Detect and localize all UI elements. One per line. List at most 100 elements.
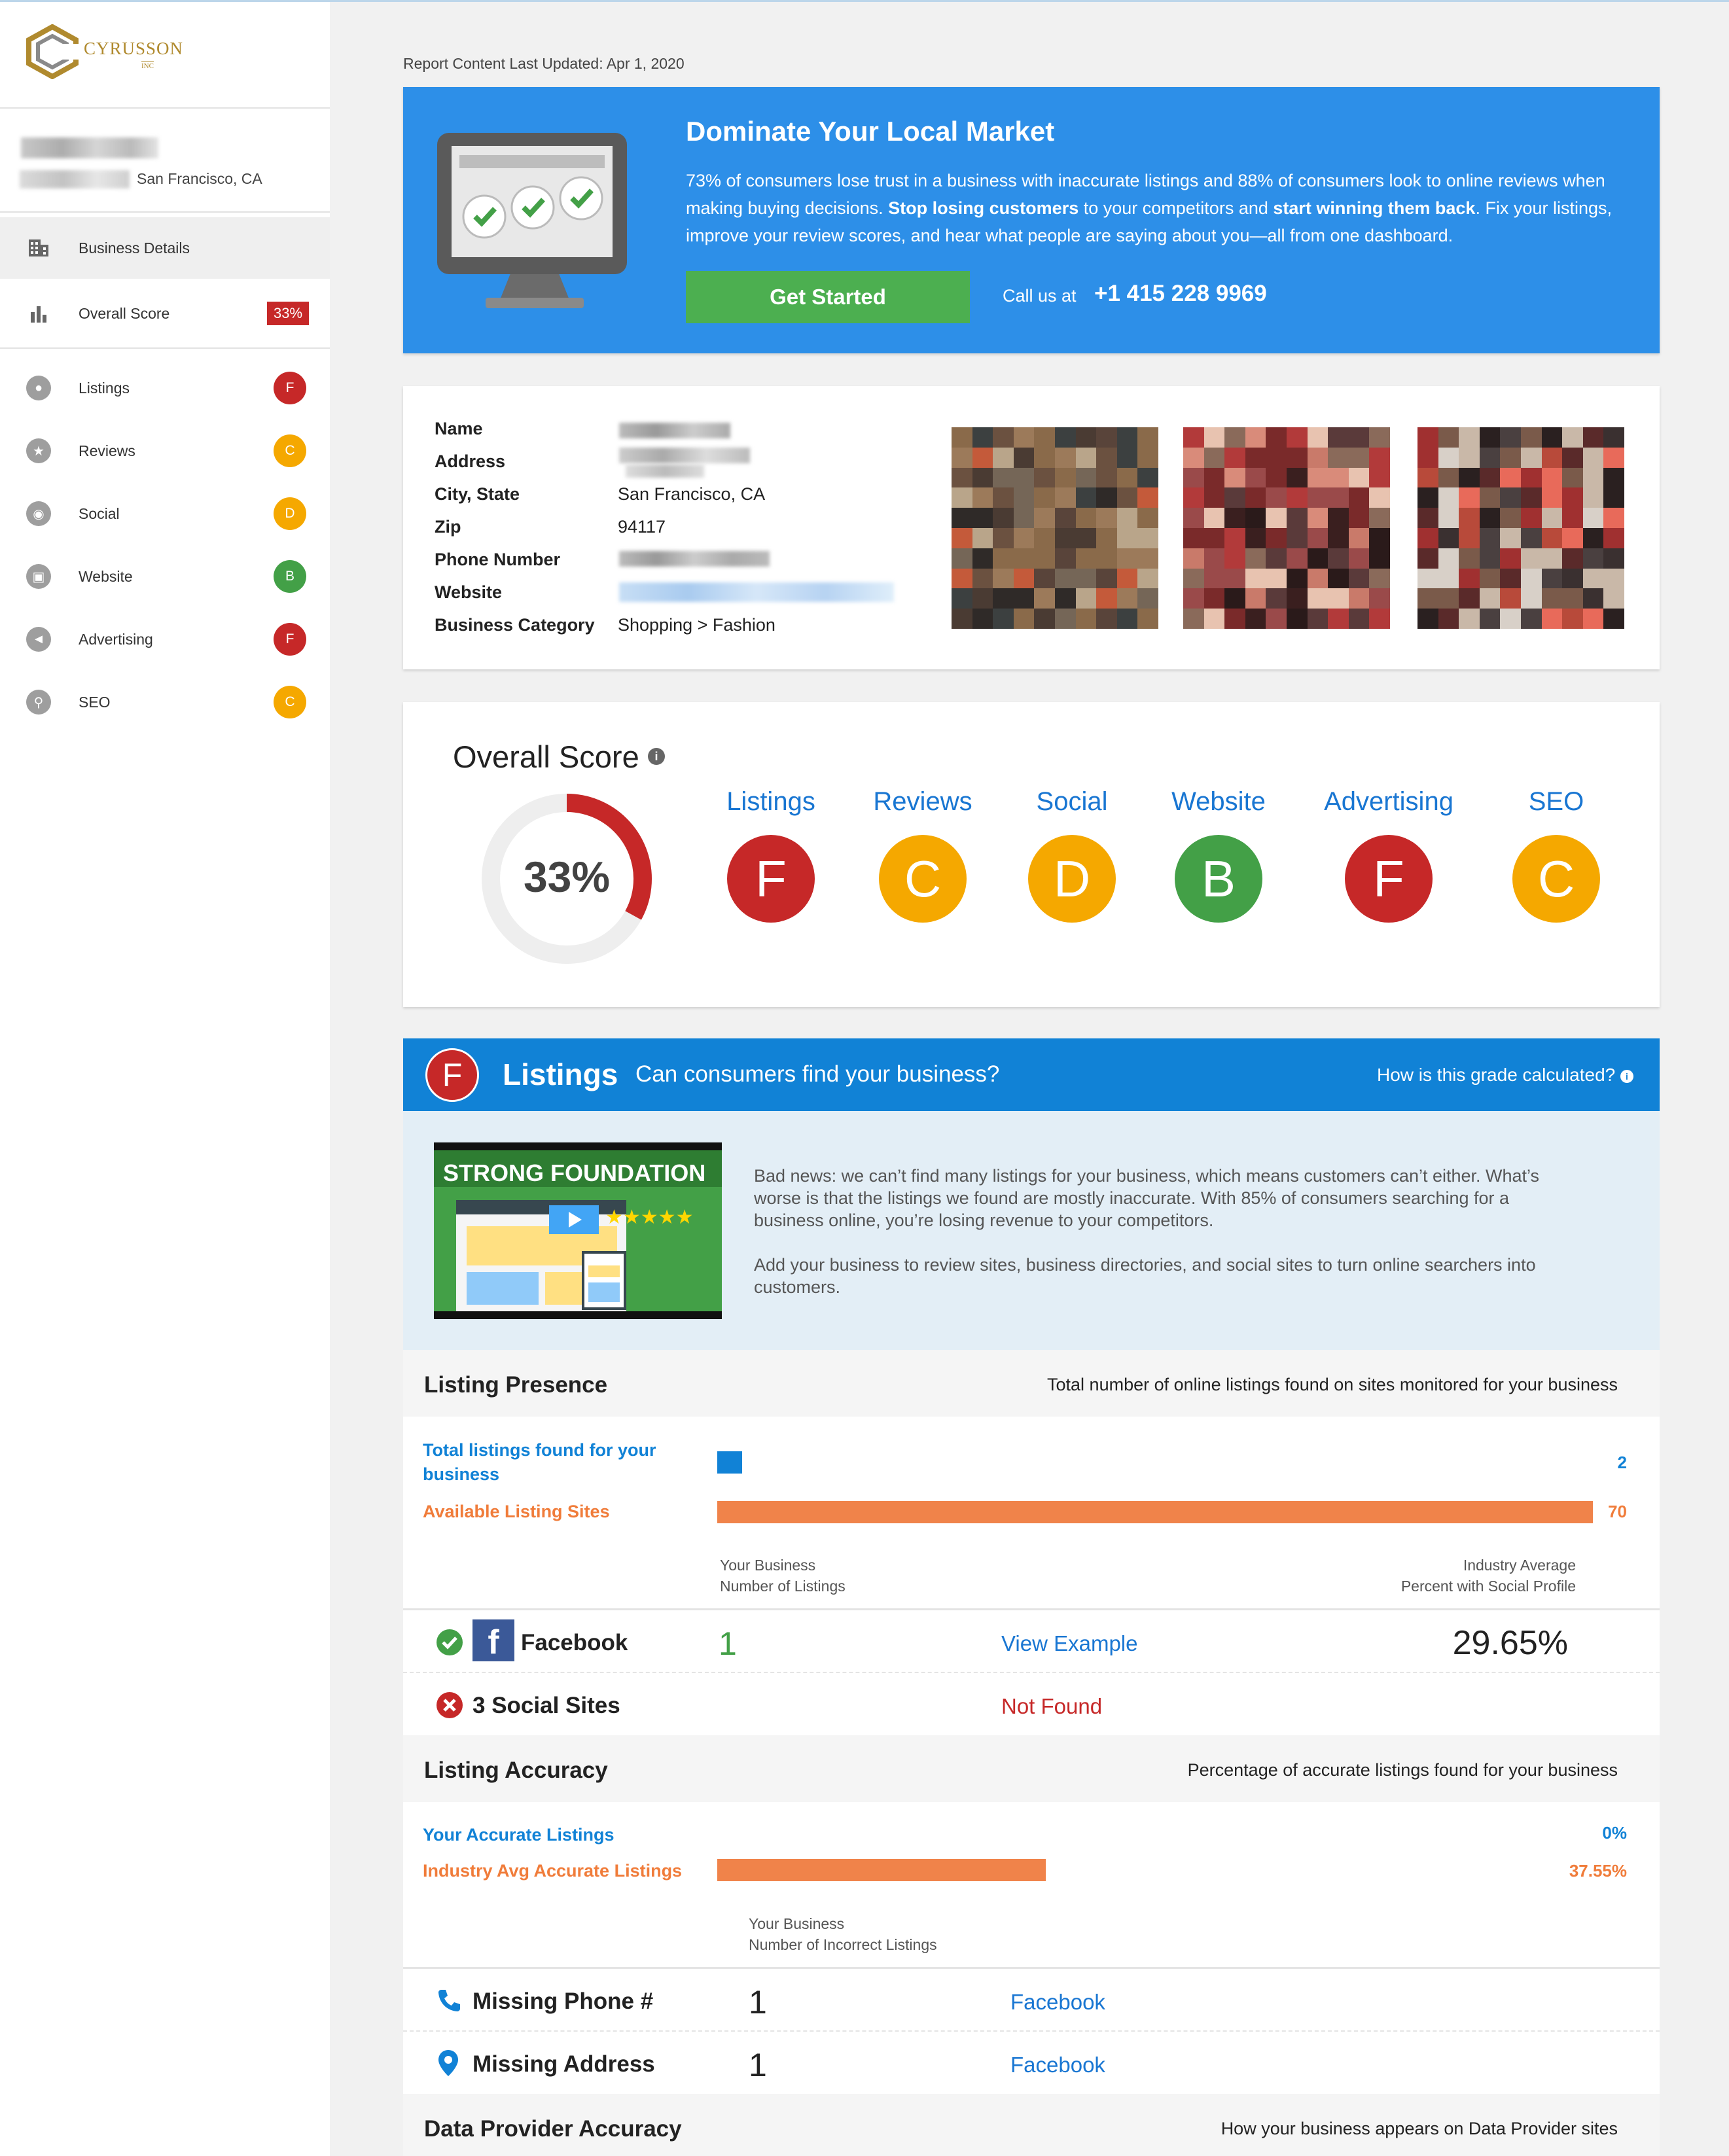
grade-circle: C <box>879 835 967 923</box>
info-icon: i <box>1620 1070 1633 1083</box>
caption-industry-average: Industry Average Percent with Social Prof… <box>1400 1557 1576 1595</box>
listing-accuracy-title: Listing Accuracy <box>424 1758 608 1783</box>
promo-banner: Dominate Your Local Market 73% of consum… <box>403 87 1660 353</box>
category-reviews[interactable]: Reviews C <box>857 787 988 923</box>
grade-circle: B <box>1175 835 1262 923</box>
sidebar-item-label: Social <box>79 504 120 522</box>
sidebar-item-label: Listings <box>79 379 130 397</box>
overall-score-card: Overall Score i 33% Listings F Reviews C… <box>403 702 1660 1007</box>
category-listings[interactable]: Listings F <box>705 787 836 923</box>
sidebar-item-advertising[interactable]: ◄ Advertising F <box>0 609 330 670</box>
logo-mark-icon <box>26 24 80 80</box>
facebook-industry-pct: 29.65% <box>1452 1624 1568 1662</box>
sidebar-item-label: Advertising <box>79 630 153 648</box>
video-thumbnail-illustration: ★★★★★ <box>434 1187 722 1311</box>
strong-foundation-video[interactable]: STRONG FOUNDATION ★★★★★ <box>434 1142 722 1319</box>
sidebar-item-listings[interactable]: ● Listings F <box>0 357 330 419</box>
data-provider-header: Data Provider Accuracy How your business… <box>403 2094 1660 2156</box>
business-address-redacted <box>20 170 130 188</box>
social-sites-name: 3 Social Sites <box>472 1693 620 1718</box>
missing-address-row: Missing Address 1 Facebook <box>403 2030 1660 2094</box>
name-redacted <box>619 423 730 438</box>
megaphone-icon: ◄ <box>26 627 51 652</box>
listings-intro-text: Bad news: we can’t find many listings fo… <box>754 1166 1540 1297</box>
phone-icon <box>438 1990 460 2011</box>
data-provider-title: Data Provider Accuracy <box>424 2116 682 2142</box>
grade-circle: C <box>1512 835 1600 923</box>
listings-section-body: STRONG FOUNDATION ★★★★★ Bad news: we can… <box>403 1111 1660 2156</box>
grade-badge: D <box>274 497 306 530</box>
sidebar: CYRUSSON INC San Francisco, CA Business … <box>0 2 330 2156</box>
video-title: STRONG FOUNDATION <box>443 1159 706 1186</box>
listing-presence-desc: Total number of online listings found on… <box>1047 1375 1618 1394</box>
category-value: Shopping > Fashion <box>618 615 775 635</box>
available-sites-value: 70 <box>1608 1502 1627 1521</box>
check-circle-icon <box>437 1629 463 1655</box>
city-state-value: San Francisco, CA <box>618 484 766 504</box>
browser-window-icon: ▣ <box>26 564 51 589</box>
sidebar-item-label: Business Details <box>79 239 190 256</box>
grade-badge: F <box>274 372 306 404</box>
address-redacted <box>619 448 750 463</box>
total-listings-label: Total listings found for your business <box>423 1440 656 1484</box>
sidebar-item-social[interactable]: ◉ Social D <box>0 483 330 544</box>
business-photo[interactable] <box>952 427 1158 629</box>
listings-grade-badge: F <box>425 1048 479 1102</box>
banner-text: 73% of consumers lose trust in a busines… <box>686 171 1612 245</box>
missing-address-count: 1 <box>749 2047 767 2083</box>
available-sites-label: Available Listing Sites <box>423 1502 610 1521</box>
sidebar-item-label: Website <box>79 567 133 585</box>
missing-phone-row: Missing Phone # 1 Facebook <box>403 1967 1660 2030</box>
sidebar-divider <box>0 107 330 109</box>
grade-calculation-link[interactable]: How is this grade calculated? i <box>1377 1065 1633 1086</box>
sidebar-item-website[interactable]: ▣ Website B <box>0 546 330 607</box>
label-zip: Zip <box>435 517 461 537</box>
missing-phone-name: Missing Phone # <box>472 1988 654 2014</box>
facebook-logo-icon: f <box>472 1619 514 1661</box>
accurate-listings-value: 0% <box>1602 1823 1627 1843</box>
score-donut: 33% <box>482 794 652 964</box>
listing-presence-header: Listing Presence Total number of online … <box>403 1350 1660 1417</box>
label-phone: Phone Number <box>435 550 561 569</box>
sidebar-item-label: SEO <box>79 693 111 711</box>
info-icon[interactable]: i <box>648 748 665 765</box>
total-listings-value: 2 <box>1617 1453 1627 1472</box>
phone-number-link[interactable]: +1 415 228 9969 <box>1094 281 1267 307</box>
get-started-button[interactable]: Get Started <box>686 271 970 323</box>
category-website[interactable]: Website B <box>1153 787 1284 923</box>
data-provider-desc: How your business appears on Data Provid… <box>1221 2119 1618 2138</box>
map-pin-icon <box>438 2050 458 2076</box>
business-name-redacted <box>21 137 158 158</box>
sidebar-divider <box>0 347 330 349</box>
view-example-link[interactable]: View Example <box>1001 1631 1138 1656</box>
score-donut-label: 33% <box>524 853 610 901</box>
business-photo[interactable] <box>1183 427 1390 629</box>
sidebar-item-overall-score[interactable]: Overall Score 33% <box>0 283 330 344</box>
overall-score-badge: 33% <box>267 302 309 325</box>
website-link-redacted[interactable] <box>619 582 894 602</box>
business-photo[interactable] <box>1417 427 1624 629</box>
grade-badge: B <box>274 560 306 593</box>
sidebar-item-reviews[interactable]: ★ Reviews C <box>0 420 330 482</box>
missing-phone-facebook-link[interactable]: Facebook <box>1010 1990 1105 2015</box>
sidebar-item-business-details[interactable]: Business Details <box>0 217 330 279</box>
brand-name: CYRUSSON <box>84 39 184 58</box>
grade-badge: C <box>274 686 306 718</box>
category-social[interactable]: Social D <box>1007 787 1137 923</box>
category-seo[interactable]: SEO C <box>1491 787 1622 923</box>
category-advertising[interactable]: Advertising F <box>1323 787 1454 923</box>
zip-value: 94117 <box>618 517 666 537</box>
building-icon <box>26 236 51 260</box>
brand-logo[interactable]: CYRUSSON INC <box>25 24 195 80</box>
monitor-checkmarks-icon <box>437 133 627 308</box>
sidebar-item-label: Reviews <box>79 442 135 459</box>
sidebar-item-seo[interactable]: ⚲ SEO C <box>0 671 330 733</box>
industry-accurate-bar <box>717 1859 1046 1881</box>
missing-address-facebook-link[interactable]: Facebook <box>1010 2053 1105 2077</box>
call-us-label: Call us at <box>1003 286 1077 306</box>
listing-presence-title: Listing Presence <box>424 1372 608 1398</box>
sidebar-divider <box>0 211 330 213</box>
sidebar-item-label: Overall Score <box>79 304 170 322</box>
listing-accuracy-desc: Percentage of accurate listings found fo… <box>1187 1760 1618 1780</box>
grade-circle: D <box>1028 835 1116 923</box>
